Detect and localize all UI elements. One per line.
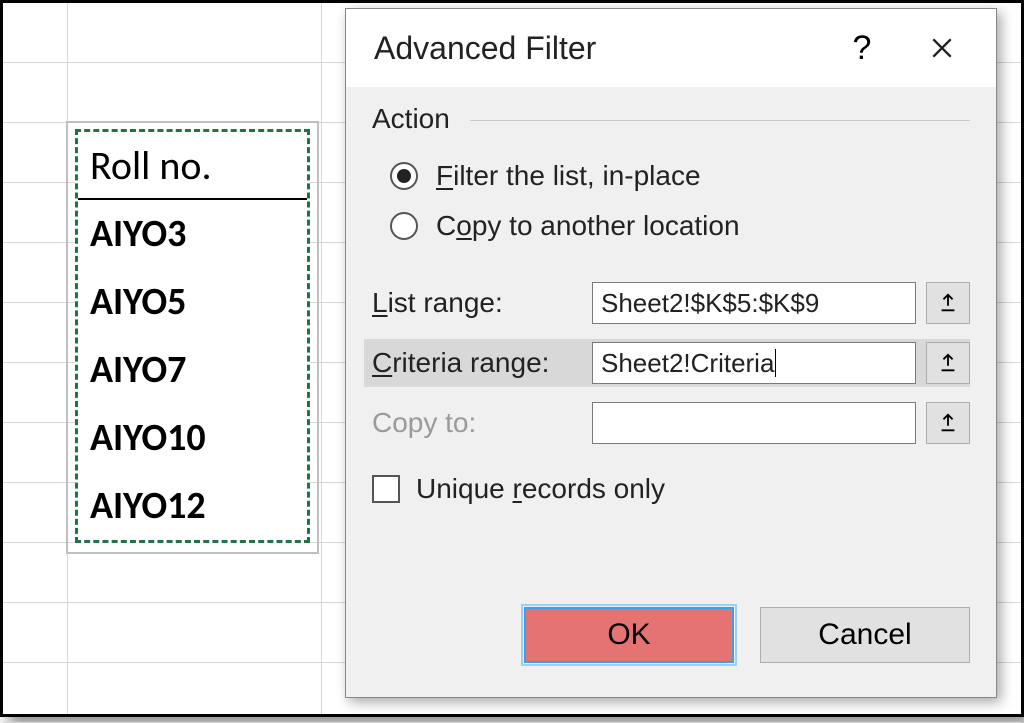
radio-indicator-icon	[390, 212, 418, 240]
dialog-title: Advanced Filter	[374, 30, 814, 67]
dialog-buttons: OK Cancel	[346, 583, 996, 687]
dialog-titlebar: Advanced Filter ?	[346, 9, 996, 87]
close-icon[interactable]	[910, 20, 974, 76]
copy-to-label: Copy to:	[372, 407, 582, 439]
table-row[interactable]: AIYO3	[78, 200, 307, 268]
action-section-label: Action	[372, 103, 970, 135]
radio-copy-location[interactable]: Copy to another location	[390, 201, 970, 251]
list-range-row: List range: Sheet2!$K$5:$K$9	[372, 279, 970, 327]
criteria-range-input[interactable]: Sheet2!Criteria	[592, 342, 916, 384]
list-range-label: List range:	[372, 287, 582, 319]
action-radio-group: Filter the list, in-place Copy to anothe…	[390, 151, 970, 251]
criteria-range-label: Criteria range:	[372, 347, 582, 379]
criteria-range-row: Criteria range: Sheet2!Criteria	[364, 339, 970, 387]
unique-records-checkbox[interactable]: Unique records only	[372, 465, 970, 513]
ok-button[interactable]: OK	[524, 607, 734, 663]
collapse-dialog-icon[interactable]	[926, 282, 970, 324]
checkbox-label: Unique records only	[416, 473, 665, 505]
collapse-dialog-icon[interactable]	[926, 342, 970, 384]
table-row[interactable]: AIYO12	[78, 472, 307, 540]
collapse-dialog-icon[interactable]	[926, 402, 970, 444]
radio-indicator-icon	[390, 162, 418, 190]
table-row[interactable]: AIYO5	[78, 268, 307, 336]
radio-label: Filter the list, in-place	[436, 160, 701, 192]
help-icon[interactable]: ?	[830, 20, 894, 76]
advanced-filter-dialog: Advanced Filter ? Action Filter the list…	[345, 8, 997, 698]
copy-to-input	[592, 402, 916, 444]
column-header[interactable]: Roll no.	[78, 132, 307, 200]
cancel-button[interactable]: Cancel	[760, 607, 970, 663]
checkbox-icon	[372, 475, 400, 503]
radio-label: Copy to another location	[436, 210, 740, 242]
table-row[interactable]: AIYO10	[78, 404, 307, 472]
selected-column[interactable]: Roll no. AIYO3 AIYO5 AIYO7 AIYO10 AIYO12	[75, 129, 310, 543]
dialog-body: Action Filter the list, in-place Copy to…	[346, 87, 996, 513]
radio-filter-inplace[interactable]: Filter the list, in-place	[390, 151, 970, 201]
copy-to-row: Copy to:	[372, 399, 970, 447]
table-row[interactable]: AIYO7	[78, 336, 307, 404]
list-range-input[interactable]: Sheet2!$K$5:$K$9	[592, 282, 916, 324]
